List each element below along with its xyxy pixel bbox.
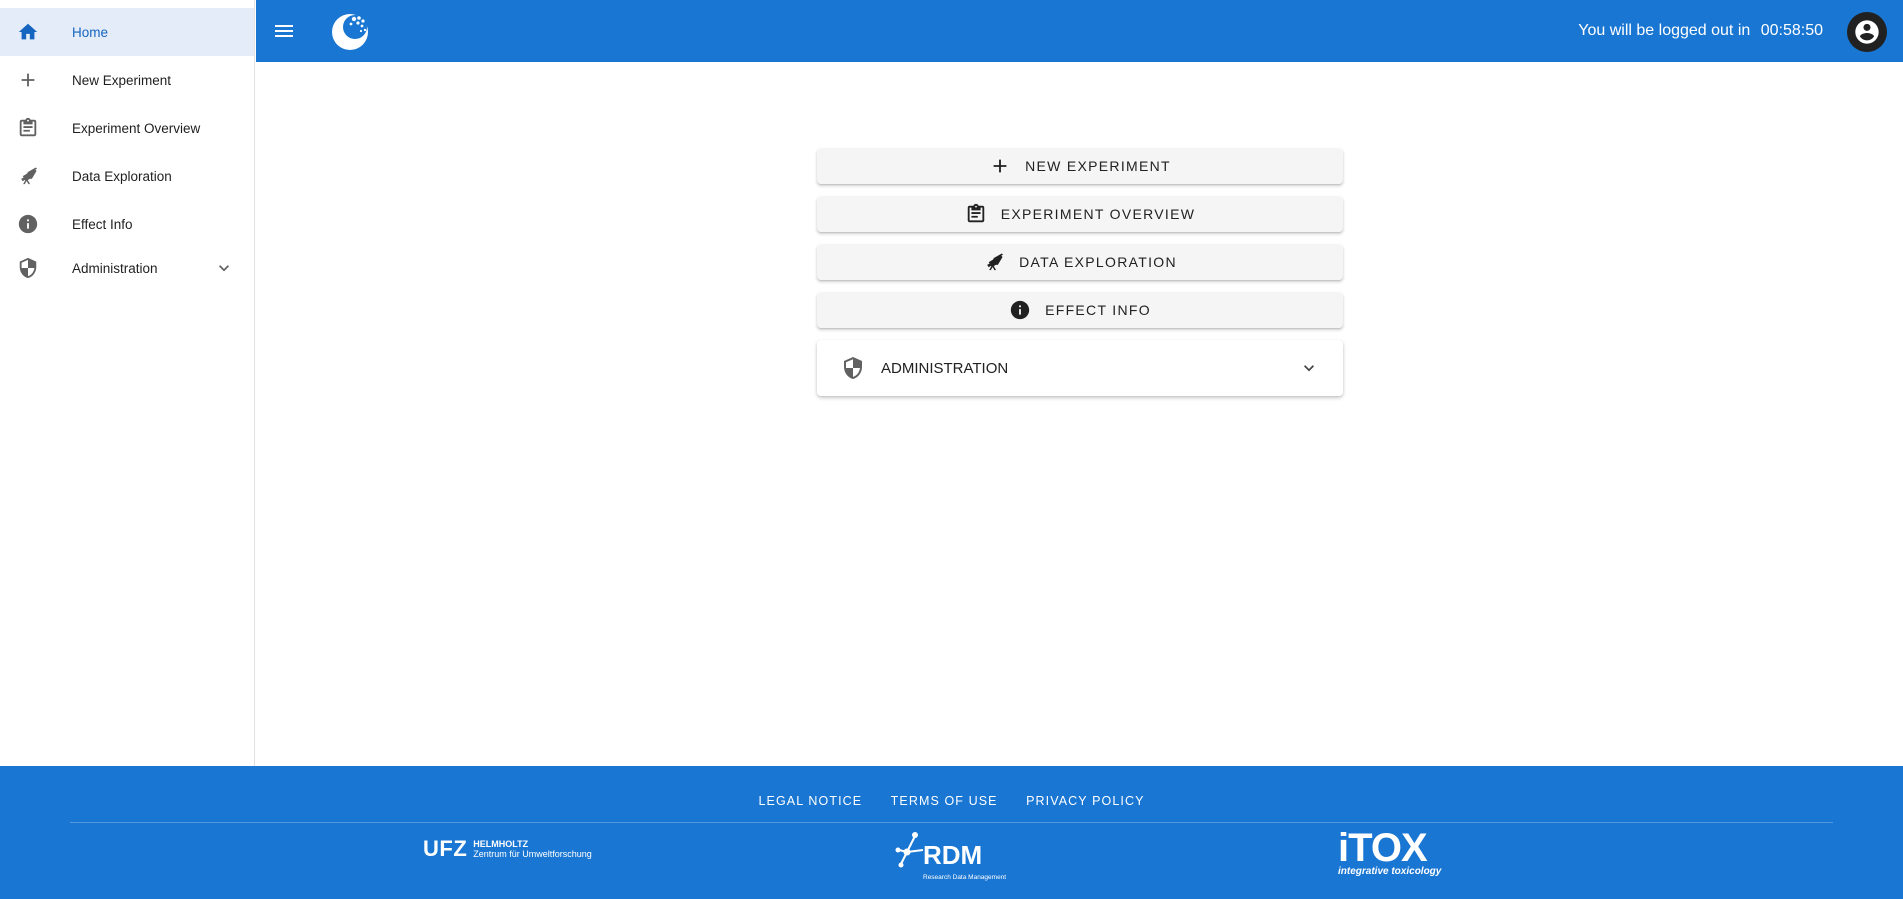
sidebar-item-administration[interactable]: Administration <box>0 248 254 288</box>
administration-expansion-panel[interactable]: ADMINISTRATION <box>817 340 1343 396</box>
logout-timer-value: 00:58:50 <box>1760 22 1823 39</box>
ufz-logo-mark: UFZ <box>423 836 468 861</box>
telescope-icon <box>16 164 40 188</box>
sidebar: Home New Experiment Experiment Overview … <box>0 0 255 766</box>
home-actions: NEW EXPERIMENT EXPERIMENT OVERVIEW DATA … <box>817 148 1343 396</box>
shield-icon <box>16 256 40 280</box>
info-icon <box>16 212 40 236</box>
ufz-logo-line1: HELMHOLTZ <box>473 839 529 849</box>
telescope-icon <box>983 251 1005 273</box>
logout-timer-label: You will be logged out in <box>1578 22 1751 39</box>
shield-icon <box>841 356 865 380</box>
hamburger-menu-icon <box>272 19 296 43</box>
itox-logo[interactable]: iTOX integrative toxicology <box>1338 828 1441 877</box>
footer: LEGAL NOTICE TERMS OF USE PRIVACY POLICY… <box>0 766 1903 899</box>
rdm-logo[interactable]: RDM Research Data Management <box>895 828 1007 888</box>
button-label: EXPERIMENT OVERVIEW <box>1000 206 1196 222</box>
logout-timer: You will be logged out in 00:58:50 <box>1578 22 1823 40</box>
clipboard-icon <box>16 116 40 140</box>
itox-logo-mark: iTOX <box>1338 826 1428 870</box>
footer-divider <box>70 822 1833 823</box>
itox-logo-subtitle: integrative toxicology <box>1338 866 1442 877</box>
sidebar-item-label: Home <box>72 24 109 40</box>
footer-links: LEGAL NOTICE TERMS OF USE PRIVACY POLICY <box>0 792 1903 810</box>
privacy-policy-link[interactable]: PRIVACY POLICY <box>1026 794 1144 808</box>
rdm-logo-subtitle: Research Data Management <box>923 874 1007 881</box>
home-icon <box>16 20 40 44</box>
ufz-logo[interactable]: UFZ HELMHOLTZ Zentrum für Umweltforschun… <box>423 836 592 862</box>
effect-info-button[interactable]: EFFECT INFO <box>817 292 1343 328</box>
terms-of-use-link[interactable]: TERMS OF USE <box>891 794 998 808</box>
sidebar-item-label: New Experiment <box>72 72 172 88</box>
data-exploration-button[interactable]: DATA EXPLORATION <box>817 244 1343 280</box>
sidebar-item-label: Data Exploration <box>72 168 172 184</box>
account-circle-icon <box>1853 18 1881 46</box>
chevron-down-icon[interactable] <box>214 258 234 278</box>
info-icon <box>1009 299 1031 321</box>
app-logo[interactable] <box>328 9 372 53</box>
button-label: NEW EXPERIMENT <box>1025 158 1171 174</box>
legal-notice-link[interactable]: LEGAL NOTICE <box>758 794 862 808</box>
plus-icon <box>16 68 40 92</box>
new-experiment-button[interactable]: NEW EXPERIMENT <box>817 148 1343 184</box>
sidebar-item-label: Effect Info <box>72 216 133 232</box>
chevron-down-icon[interactable] <box>1299 358 1319 378</box>
clipboard-icon <box>965 203 987 225</box>
top-app-bar: You will be logged out in 00:58:50 <box>256 0 1903 62</box>
sidebar-item-data-exploration[interactable]: Data Exploration <box>0 152 254 200</box>
sidebar-item-label: Administration <box>72 260 158 276</box>
ufz-logo-text: HELMHOLTZ Zentrum für Umweltforschung <box>473 839 592 859</box>
rdm-logo-mark: RDM <box>923 840 983 870</box>
sidebar-item-effect-info[interactable]: Effect Info <box>0 200 254 248</box>
administration-panel-label: ADMINISTRATION <box>881 359 1009 377</box>
experiment-overview-button[interactable]: EXPERIMENT OVERVIEW <box>817 196 1343 232</box>
ufz-logo-line2: Zentrum für Umweltforschung <box>473 849 592 859</box>
sidebar-item-home[interactable]: Home <box>0 8 254 56</box>
button-label: DATA EXPLORATION <box>1019 254 1177 270</box>
sidebar-item-new-experiment[interactable]: New Experiment <box>0 56 254 104</box>
sidebar-item-label: Experiment Overview <box>72 120 201 136</box>
menu-button[interactable] <box>256 0 312 62</box>
sidebar-item-experiment-overview[interactable]: Experiment Overview <box>0 104 254 152</box>
account-button[interactable] <box>1847 12 1887 52</box>
button-label: EFFECT INFO <box>1045 302 1151 318</box>
plus-icon <box>989 155 1011 177</box>
